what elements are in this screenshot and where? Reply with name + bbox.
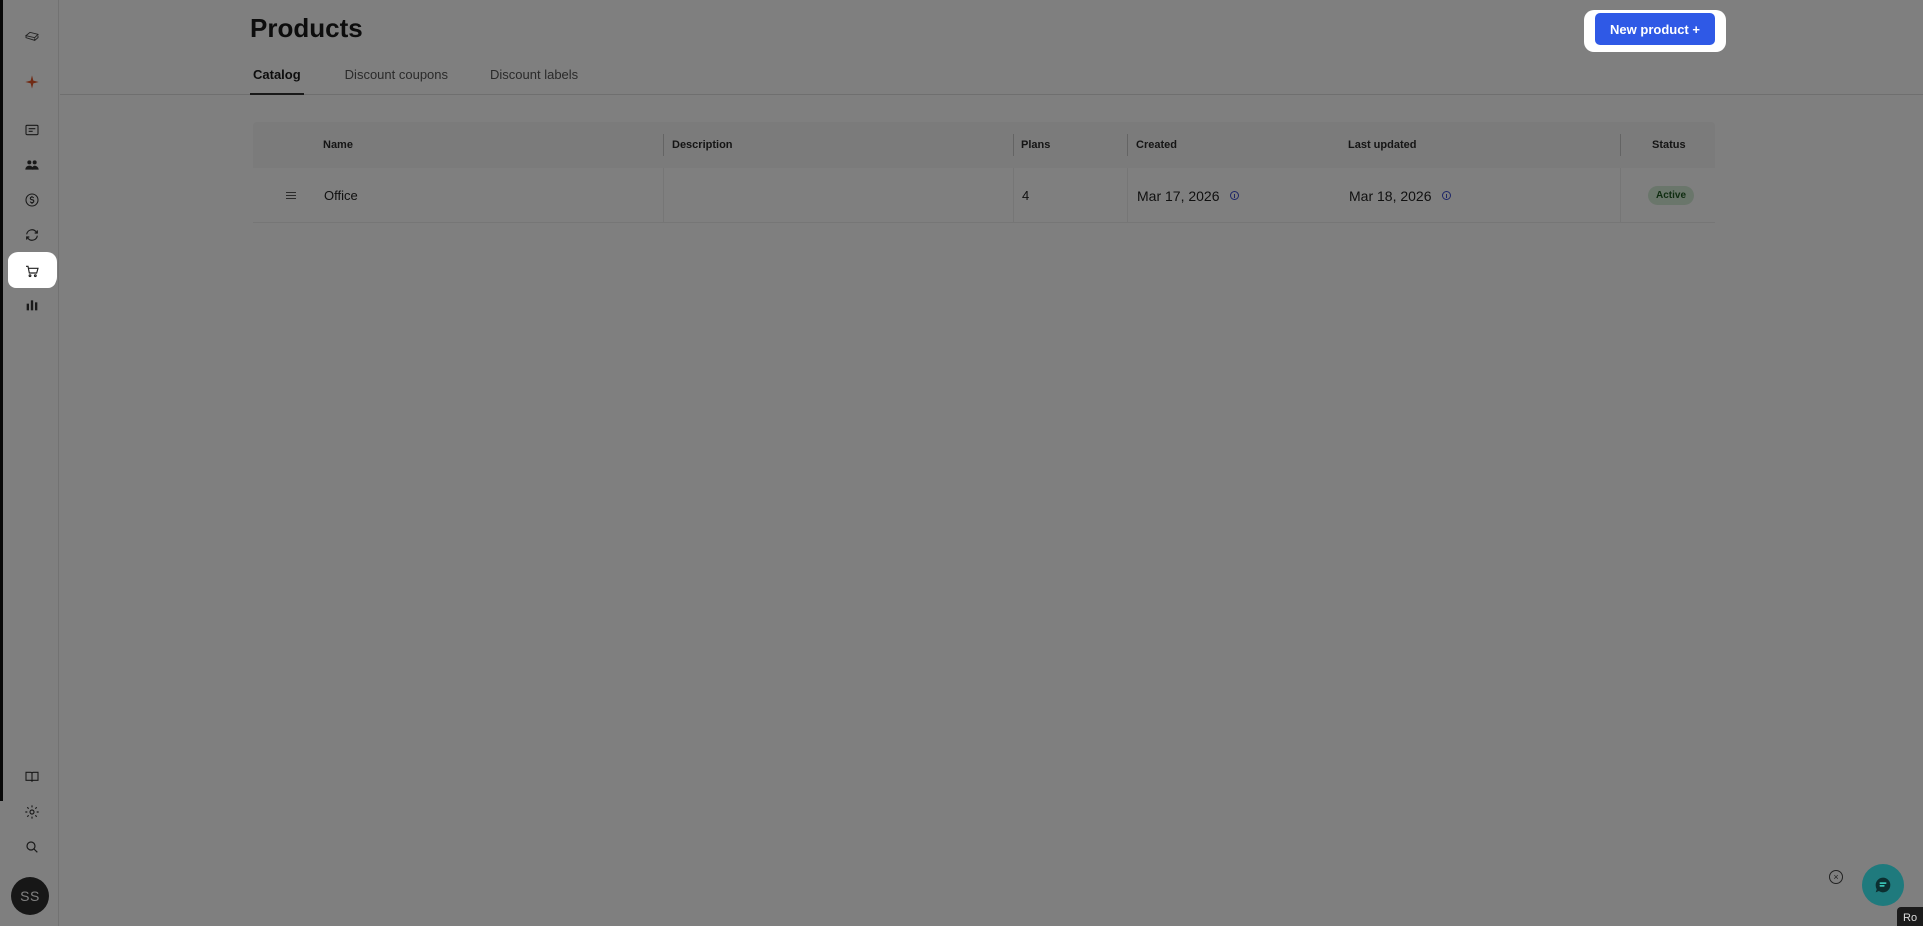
page-title: Products: [250, 13, 363, 43]
updated-date: Mar 18, 2026: [1349, 187, 1432, 204]
status-cell: Active: [1648, 168, 1695, 223]
cell-divider: [1620, 168, 1621, 223]
tab-discount-labels[interactable]: Discount labels: [487, 64, 581, 95]
created-date: Mar 17, 2026: [1137, 187, 1220, 204]
dollar-icon[interactable]: [8, 183, 56, 217]
cell-divider: [1127, 168, 1128, 223]
info-icon[interactable]: [1229, 191, 1239, 200]
column-header-description[interactable]: Description: [672, 122, 733, 168]
drag-handle-icon[interactable]: [286, 168, 296, 223]
product-last-updated: Mar 18, 2026: [1349, 168, 1451, 223]
tab-discount-coupons[interactable]: Discount coupons: [342, 64, 451, 95]
tab-bar: Catalog Discount coupons Discount labels: [250, 64, 619, 95]
close-icon[interactable]: ×: [1829, 870, 1843, 884]
avatar[interactable]: SS: [11, 877, 49, 915]
info-icon[interactable]: [1441, 191, 1451, 200]
products-table: Name Description Plans Created Last upda…: [253, 122, 1715, 223]
status-badge: Active: [1648, 186, 1695, 205]
corner-tag[interactable]: Ro: [1897, 907, 1923, 926]
book-icon[interactable]: [8, 760, 56, 794]
list-icon[interactable]: [8, 113, 56, 147]
sidebar: SS: [3, 0, 59, 926]
chat-launcher[interactable]: [1862, 864, 1904, 906]
cell-divider: [663, 168, 664, 223]
column-divider[interactable]: [1127, 134, 1128, 156]
column-divider[interactable]: [1620, 134, 1621, 156]
column-header-created[interactable]: Created: [1136, 122, 1177, 168]
column-divider[interactable]: [663, 134, 664, 156]
bar-chart-icon[interactable]: [8, 288, 56, 322]
logo-icon[interactable]: [8, 18, 56, 52]
product-name[interactable]: Office: [324, 168, 358, 223]
column-header-last-updated[interactable]: Last updated: [1348, 122, 1416, 168]
column-divider[interactable]: [1013, 134, 1014, 156]
column-header-name[interactable]: Name: [323, 122, 353, 168]
table-row[interactable]: Office 4 Mar 17, 2026 Mar 18, 2026 Activ…: [253, 168, 1715, 223]
search-icon[interactable]: [8, 830, 56, 864]
column-header-plans[interactable]: Plans: [1021, 122, 1050, 168]
gear-icon[interactable]: [8, 795, 56, 829]
refresh-icon[interactable]: [8, 218, 56, 252]
table-header: Name Description Plans Created Last upda…: [253, 122, 1715, 168]
main-content: Products Catalog Discount coupons Discou…: [60, 0, 1923, 926]
cart-icon[interactable]: [8, 253, 56, 288]
product-plans: 4: [1022, 188, 1030, 203]
sparkle-icon[interactable]: [8, 65, 56, 99]
column-header-status[interactable]: Status: [1652, 122, 1686, 168]
customers-icon[interactable]: [8, 148, 56, 182]
new-product-button[interactable]: New product +: [1595, 13, 1715, 45]
cell-divider: [1013, 168, 1014, 223]
tab-catalog[interactable]: Catalog: [250, 64, 304, 95]
product-created: Mar 17, 2026: [1137, 168, 1239, 223]
